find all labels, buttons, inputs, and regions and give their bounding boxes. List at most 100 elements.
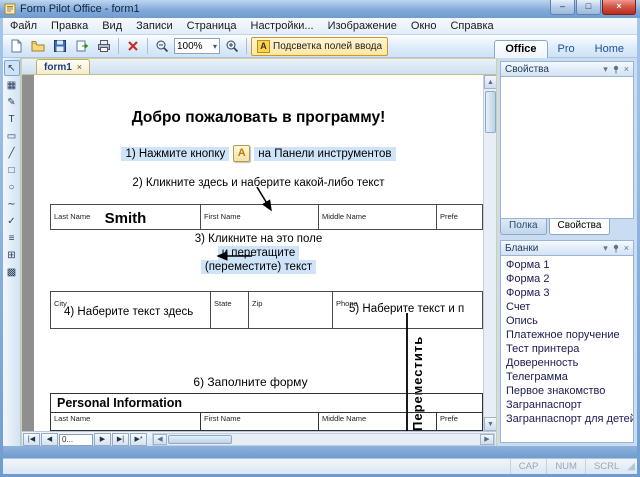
line-tool-icon[interactable]: ╱ (4, 145, 20, 161)
blank-item[interactable]: Опись (501, 314, 633, 328)
menu-edit[interactable]: Правка (44, 18, 95, 34)
new-document-button[interactable] (6, 37, 26, 56)
next-record-button[interactable]: ▶ (94, 433, 111, 446)
state-cell[interactable]: State (211, 292, 249, 329)
delete-button[interactable] (123, 37, 143, 56)
zoom-select[interactable]: 100% ▾ (174, 38, 220, 54)
field-tool-icon[interactable]: ▭ (4, 128, 20, 144)
image-tool-icon[interactable]: ▦ (4, 77, 20, 93)
prev-record-button[interactable]: ◀ (41, 433, 58, 446)
list-tool-icon[interactable]: ≡ (4, 230, 20, 246)
client-area: Файл Правка Вид Записи Страница Настройк… (3, 18, 637, 474)
edition-tabs: Office Pro Home (494, 35, 634, 58)
menu-page[interactable]: Страница (180, 18, 244, 34)
zoom-in-button[interactable] (222, 37, 242, 56)
highlight-fields-toggle[interactable]: A Подсветка полей ввода (251, 37, 388, 56)
panel-close-icon[interactable]: × (624, 64, 629, 74)
panel-tabs: Полка Свойства (500, 219, 634, 235)
horizontal-scroll-thumb[interactable] (168, 435, 232, 444)
tab-properties[interactable]: Свойства (549, 219, 611, 235)
blank-item[interactable]: Платежное поручение (501, 328, 633, 342)
blank-item[interactable]: Первое знакомство (501, 384, 633, 398)
text-tool-icon[interactable]: T (4, 111, 20, 127)
tab-pro[interactable]: Pro (548, 41, 585, 58)
blank-item[interactable]: Форма 1 (501, 258, 633, 272)
blanks-panel-header[interactable]: Бланки ▾ × (500, 240, 634, 256)
toolbar-separator (147, 38, 148, 54)
properties-panel-header[interactable]: Свойства ▾ × (500, 61, 634, 77)
tab-close-icon[interactable]: × (77, 62, 82, 72)
table-tool-icon[interactable]: ⊞ (4, 247, 20, 263)
panel-menu-icon[interactable]: ▾ (603, 64, 608, 74)
last-record-button[interactable]: ▶| (112, 433, 129, 446)
step4-text: 4) Наберите текст здесь (64, 306, 193, 318)
first-record-button[interactable]: |◀ (23, 433, 40, 446)
step2-text: 2) Кликните здесь и наберите какой-либо … (34, 177, 483, 189)
last-name-cell[interactable]: Last Name Smith (51, 205, 201, 230)
panel-close-icon[interactable]: × (624, 243, 629, 253)
menu-view[interactable]: Вид (95, 18, 129, 34)
blank-item[interactable]: Доверенность (501, 356, 633, 370)
menu-window[interactable]: Окно (404, 18, 444, 34)
zoom-out-button[interactable] (152, 37, 172, 56)
blank-item[interactable]: Загранпаспорт (501, 398, 633, 412)
import-button[interactable] (72, 37, 92, 56)
menu-file[interactable]: Файл (3, 18, 44, 34)
first-name-cell[interactable]: First Name (201, 205, 319, 230)
scroll-down-icon[interactable]: ▼ (484, 417, 496, 431)
step1-text-post: на Панели инструментов (254, 147, 395, 161)
blank-item[interactable]: Счет (501, 300, 633, 314)
document-tab-form1[interactable]: form1 × (36, 59, 90, 74)
zip-cell[interactable]: Zip (249, 292, 333, 329)
new-record-button[interactable]: ▶* (130, 433, 147, 446)
pin-icon[interactable] (612, 244, 620, 253)
select-tool-icon[interactable]: ↖ (4, 60, 20, 76)
menu-records[interactable]: Записи (129, 18, 180, 34)
zip-label: Zip (252, 299, 262, 308)
ellipse-tool-icon[interactable]: ○ (4, 179, 20, 195)
maximize-button[interactable]: □ (576, 0, 601, 15)
save-button[interactable] (50, 37, 70, 56)
middle-name-cell[interactable]: Middle Name (319, 205, 437, 230)
horizontal-scrollbar[interactable]: ◀ ▶ (152, 433, 495, 446)
scroll-right-icon[interactable]: ▶ (480, 434, 494, 445)
blank-item[interactable]: Форма 3 (501, 286, 633, 300)
vertical-scrollbar[interactable]: ▲ ▼ (483, 75, 496, 431)
blank-item[interactable]: Форма 2 (501, 272, 633, 286)
pencil-tool-icon[interactable]: ✎ (4, 94, 20, 110)
blank-item[interactable]: Загранпаспорт для детей (501, 412, 633, 426)
panel-menu-icon[interactable]: ▾ (603, 243, 608, 253)
record-number-input[interactable] (59, 434, 93, 446)
tab-home[interactable]: Home (585, 41, 634, 58)
menu-image[interactable]: Изображение (321, 18, 404, 34)
rectangle-tool-icon[interactable]: □ (4, 162, 20, 178)
tab-office[interactable]: Office (494, 40, 547, 58)
scroll-left-icon[interactable]: ◀ (153, 434, 167, 445)
tab-shelf[interactable]: Полка (500, 219, 547, 235)
form-page[interactable]: Добро пожаловать в программу! 1) Нажмите… (34, 75, 483, 431)
grid-tool-icon[interactable]: ▩ (4, 264, 20, 280)
caps-lock-indicator: CAP (510, 459, 547, 474)
resize-grip[interactable]: ◢ (627, 461, 637, 472)
blank-item[interactable]: Телеграмма (501, 370, 633, 384)
check-tool-icon[interactable]: ✓ (4, 213, 20, 229)
title-bar[interactable]: Form Pilot Office - form1 – □ × (0, 0, 640, 18)
blank-item[interactable]: Тест принтера (501, 342, 633, 356)
vertical-scroll-thumb[interactable] (485, 91, 496, 133)
close-button[interactable]: × (602, 0, 636, 15)
scroll-up-icon[interactable]: ▲ (484, 75, 496, 89)
typed-text-smith[interactable]: Smith (51, 210, 200, 227)
print-button[interactable] (94, 37, 114, 56)
text-button-a-icon: A (233, 145, 250, 162)
minimize-button[interactable]: – (550, 0, 575, 15)
properties-panel-title: Свойства (505, 64, 599, 75)
window-title: Form Pilot Office - form1 (20, 3, 546, 15)
pin-icon[interactable] (612, 65, 620, 74)
menu-settings[interactable]: Настройки... (244, 18, 321, 34)
welcome-title: Добро пожаловать в программу! (34, 109, 483, 127)
step3-line1: 3) Кликните на это поле (34, 233, 483, 245)
curve-tool-icon[interactable]: ∼ (4, 196, 20, 212)
menu-help[interactable]: Справка (443, 18, 500, 34)
open-button[interactable] (28, 37, 48, 56)
prefix-cell[interactable]: Prefe (437, 205, 483, 230)
